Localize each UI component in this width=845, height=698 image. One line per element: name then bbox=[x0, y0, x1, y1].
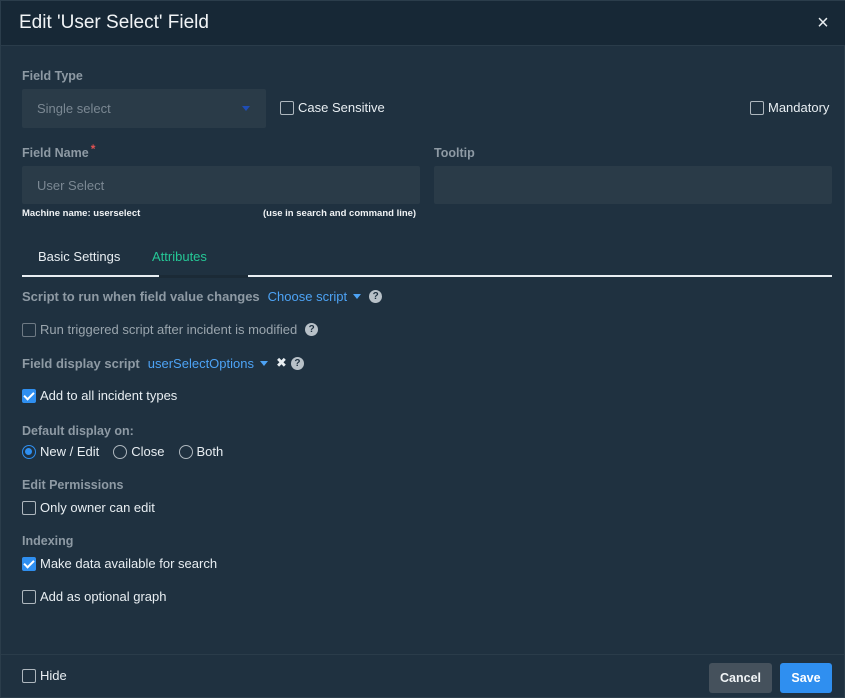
mandatory-label: Mandatory bbox=[768, 100, 830, 115]
close-icon[interactable]: × bbox=[814, 13, 832, 33]
field-type-select[interactable]: Single select bbox=[22, 89, 266, 128]
machine-name-hint: (use in search and command line) bbox=[263, 208, 417, 219]
run-triggered-checkbox[interactable]: Run triggered script after incident is m… bbox=[22, 322, 319, 337]
help-icon[interactable]: ? bbox=[305, 323, 319, 336]
checkbox-box[interactable] bbox=[22, 589, 36, 604]
clear-icon[interactable]: ✖ bbox=[276, 355, 287, 371]
field-name-placeholder: User Select bbox=[37, 178, 105, 193]
radio-circle[interactable] bbox=[178, 444, 193, 459]
default-display-options: New / Edit Close Both bbox=[22, 444, 237, 459]
optional-graph-label: Add as optional graph bbox=[40, 589, 167, 604]
field-name-input[interactable]: User Select bbox=[22, 166, 420, 204]
mandatory-checkbox[interactable]: Mandatory bbox=[750, 100, 829, 115]
field-type-label: Field Type bbox=[22, 69, 83, 83]
radio-circle[interactable] bbox=[22, 444, 36, 459]
tooltip-label: Tooltip bbox=[434, 146, 475, 160]
save-button[interactable]: Save bbox=[780, 663, 832, 693]
help-icon[interactable]: ? bbox=[290, 356, 304, 370]
radio-new-edit[interactable]: New / Edit bbox=[22, 444, 99, 459]
default-display-label: Default display on: bbox=[22, 424, 134, 438]
radio-circle[interactable] bbox=[113, 444, 128, 459]
radio-close[interactable]: Close bbox=[113, 444, 165, 459]
case-sensitive-label: Case Sensitive bbox=[298, 100, 385, 115]
radio-close-label: Close bbox=[131, 444, 165, 459]
dialog-header: Edit 'User Select' Field × bbox=[1, 1, 845, 46]
case-sensitive-checkbox[interactable]: Case Sensitive bbox=[280, 100, 385, 115]
settings-tabs: Basic Settings Attributes bbox=[22, 237, 832, 278]
dialog-footer: Hide Cancel Save bbox=[1, 654, 845, 698]
indexing-label: Indexing bbox=[22, 534, 74, 548]
active-tab-indicator bbox=[159, 275, 248, 278]
script-change-row: Script to run when field value changes C… bbox=[22, 289, 383, 304]
display-script-label: Field display script bbox=[22, 355, 140, 371]
edit-field-dialog: Edit 'User Select' Field × Field Type Si… bbox=[0, 0, 845, 698]
caret-down-icon[interactable] bbox=[353, 294, 362, 299]
only-owner-checkbox[interactable]: Only owner can edit bbox=[22, 500, 155, 515]
checkbox-box[interactable] bbox=[22, 322, 36, 337]
checkbox-box[interactable] bbox=[22, 500, 36, 515]
tab-attributes[interactable]: Attributes bbox=[152, 249, 207, 264]
run-triggered-label: Run triggered script after incident is m… bbox=[40, 322, 298, 337]
radio-both-label: Both bbox=[196, 444, 224, 459]
hide-label: Hide bbox=[40, 668, 67, 683]
display-script-row: Field display script userSelectOptions ✖… bbox=[22, 355, 304, 371]
radio-new-edit-label: New / Edit bbox=[40, 444, 100, 459]
hide-checkbox[interactable]: Hide bbox=[22, 668, 67, 683]
checkbox-box[interactable] bbox=[280, 100, 294, 115]
help-icon[interactable]: ? bbox=[369, 290, 383, 303]
dialog-title: Edit 'User Select' Field bbox=[19, 12, 209, 33]
cancel-button[interactable]: Cancel bbox=[709, 663, 772, 693]
checkbox-box[interactable] bbox=[22, 668, 36, 683]
add-all-types-checkbox[interactable]: Add to all incident types bbox=[22, 388, 177, 403]
tab-basic-settings[interactable]: Basic Settings bbox=[38, 249, 120, 264]
choose-script-dropdown[interactable]: Choose script bbox=[268, 289, 347, 304]
radio-both[interactable]: Both bbox=[178, 444, 224, 459]
tooltip-input[interactable] bbox=[434, 166, 832, 204]
edit-permissions-label: Edit Permissions bbox=[22, 478, 124, 492]
only-owner-label: Only owner can edit bbox=[40, 500, 155, 515]
optional-graph-checkbox[interactable]: Add as optional graph bbox=[22, 589, 166, 604]
field-name-label: Field Name * bbox=[22, 142, 95, 160]
make-search-checkbox[interactable]: Make data available for search bbox=[22, 556, 217, 571]
make-search-label: Make data available for search bbox=[40, 556, 218, 571]
checkbox-box[interactable] bbox=[22, 556, 36, 571]
checkbox-box[interactable] bbox=[750, 100, 764, 115]
chevron-down-icon bbox=[242, 106, 250, 111]
add-all-types-label: Add to all incident types bbox=[40, 388, 178, 403]
script-change-label: Script to run when field value changes bbox=[22, 289, 260, 304]
display-script-dropdown[interactable]: userSelectOptions bbox=[148, 356, 254, 371]
checkbox-box[interactable] bbox=[22, 388, 36, 403]
field-name-label-text: Field Name bbox=[22, 146, 89, 160]
field-type-value: Single select bbox=[37, 101, 111, 116]
caret-down-icon[interactable] bbox=[260, 360, 268, 366]
required-mark: * bbox=[90, 142, 96, 156]
machine-name-note: Machine name: userselect bbox=[22, 208, 141, 219]
